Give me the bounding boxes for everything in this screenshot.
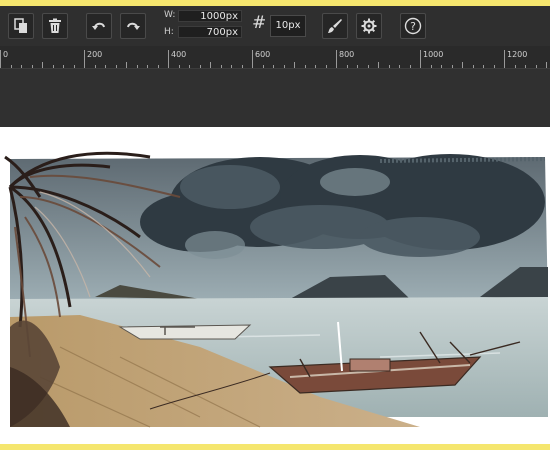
ruler-tick (368, 65, 369, 68)
ruler-tick (294, 62, 295, 68)
ruler-tick (147, 65, 148, 68)
ruler-tick (42, 62, 43, 68)
height-label: H: (164, 27, 174, 37)
undo-icon (92, 22, 105, 30)
ruler-tick (84, 50, 85, 68)
ruler-tick (525, 65, 526, 68)
ruler-tick (420, 50, 421, 68)
ruler-label: 400 (171, 50, 187, 59)
ruler-tick (221, 65, 222, 68)
horizontal-ruler: 0 200 400 600 800 1000 1200 (0, 46, 550, 69)
ruler-tick (32, 65, 33, 68)
ruler-label: 0 (3, 50, 9, 59)
ruler-tick (378, 62, 379, 68)
ruler-tick (63, 65, 64, 68)
editor-window: W: 1000px H: 700px # 10px ? 0 200 400 60… (0, 6, 550, 444)
ruler-tick (336, 50, 337, 68)
ruler-tick (158, 65, 159, 68)
ruler-tick (21, 65, 22, 68)
ruler-label: 200 (87, 50, 103, 59)
ruler-label: 600 (255, 50, 271, 59)
ruler-tick (410, 65, 411, 68)
ruler-tick (53, 65, 54, 68)
brush-icon (328, 19, 342, 33)
beach-painting-image (4, 151, 548, 428)
ruler-tick (441, 65, 442, 68)
ruler-tick (504, 50, 505, 68)
width-label: W: (164, 10, 176, 20)
ruler-tick (168, 50, 169, 68)
redo-icon (127, 22, 140, 30)
ruler-tick (179, 65, 180, 68)
ruler-tick (494, 65, 495, 68)
grid-icon: # (252, 13, 267, 33)
ruler-tick (546, 62, 547, 68)
ruler-tick (305, 65, 306, 68)
ruler-tick (326, 65, 327, 68)
ruler-tick (11, 65, 12, 68)
ruler-tick (95, 65, 96, 68)
ruler-tick (0, 50, 1, 68)
ruler-tick (105, 65, 106, 68)
ruler-tick (462, 62, 463, 68)
ruler-label: 1200 (507, 50, 528, 59)
height-input[interactable]: 700px (178, 26, 242, 38)
ruler-tick (347, 65, 348, 68)
ruler-tick (116, 65, 117, 68)
copy-icon (14, 18, 27, 33)
delete-button[interactable] (42, 13, 68, 39)
ruler-tick (242, 65, 243, 68)
ruler-tick (210, 62, 211, 68)
drawing-canvas[interactable] (0, 127, 550, 444)
ruler-label: 1000 (423, 50, 444, 59)
ruler-tick (200, 65, 201, 68)
width-input[interactable]: 1000px (178, 10, 242, 22)
ruler-label: 800 (339, 50, 355, 59)
trash-icon (49, 18, 61, 33)
ruler-tick (452, 65, 453, 68)
ruler-tick (263, 65, 264, 68)
ruler-tick (252, 50, 253, 68)
ruler-tick (483, 65, 484, 68)
ruler-tick (473, 65, 474, 68)
copy-button[interactable] (8, 13, 34, 39)
workspace-area (0, 69, 550, 127)
ruler-tick (431, 65, 432, 68)
ruler-tick (536, 65, 537, 68)
toolbar: W: 1000px H: 700px # 10px ? (0, 6, 550, 46)
ruler-tick (357, 65, 358, 68)
ruler-tick (284, 65, 285, 68)
help-button[interactable]: ? (400, 13, 426, 39)
ruler-tick (137, 65, 138, 68)
ruler-tick (315, 65, 316, 68)
svg-text:?: ? (410, 20, 416, 33)
ruler-tick (399, 65, 400, 68)
settings-button[interactable] (356, 13, 382, 39)
ruler-tick (231, 65, 232, 68)
brush-button[interactable] (322, 13, 348, 39)
ruler-tick (189, 65, 190, 68)
ruler-tick (389, 65, 390, 68)
ruler-tick (273, 65, 274, 68)
redo-button[interactable] (120, 13, 146, 39)
gear-icon (361, 18, 377, 34)
undo-button[interactable] (86, 13, 112, 39)
ruler-tick (126, 62, 127, 68)
grid-size-input[interactable]: 10px (270, 15, 306, 37)
ruler-tick (74, 65, 75, 68)
help-icon: ? (404, 17, 422, 35)
ruler-tick (515, 65, 516, 68)
